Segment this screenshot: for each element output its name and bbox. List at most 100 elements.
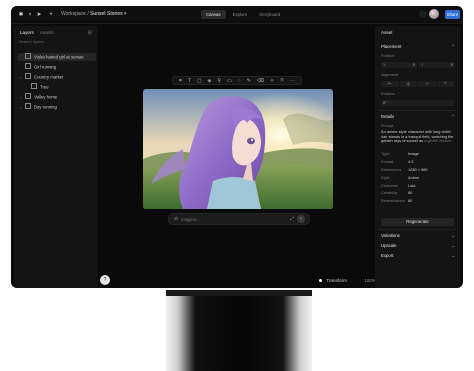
divider	[379, 229, 456, 230]
logo-icon[interactable]: ✱	[17, 10, 25, 19]
comment-icon[interactable]: ◌	[238, 78, 241, 84]
image-icon	[31, 83, 37, 89]
canvas-toolbar: ⌗ T ▢ ◈ ⚲ ▭ ◌ ✎ ⌫ ✧ ⤧ ⋯	[172, 76, 302, 85]
property-row: Character Lola	[381, 182, 455, 190]
eraser-icon[interactable]: ⌫	[257, 78, 264, 84]
property-value: Anime	[408, 174, 420, 180]
layer-label: Tree	[40, 84, 49, 90]
prompt-bar: ⊘ Imagine... ⤢ ↑	[168, 213, 310, 225]
section-title: Details	[381, 114, 395, 119]
regenerate-button[interactable]: Regenerate	[381, 218, 454, 226]
square-icon[interactable]: ▢	[197, 78, 202, 84]
layer-item[interactable]: Tree	[18, 83, 102, 91]
property-row: Creativity 80	[381, 189, 455, 197]
chevron-up-icon[interactable]: ⌃	[451, 44, 455, 50]
expand-icon[interactable]: ⤢	[290, 216, 294, 222]
tab-layers[interactable]: Layers	[20, 30, 34, 35]
bottom-status: Transform 100% ▾	[319, 278, 382, 284]
section-upscale[interactable]: Upscale ⌄	[381, 243, 455, 248]
property-value: 1280 × 960	[408, 166, 428, 172]
asset-panel: Asset Placement ⌃ Position X0 Y0 Alignme…	[375, 26, 460, 288]
canvas-image[interactable]	[143, 89, 333, 209]
position-y-field[interactable]: Y0	[419, 62, 455, 68]
transform-button[interactable]: Transform	[326, 278, 347, 283]
paint-icon[interactable]: ◈	[208, 78, 212, 84]
alignment-label: Alignment	[381, 73, 398, 77]
layer-search-input[interactable]: Search layers	[19, 39, 93, 45]
align-center-icon[interactable]: ╪	[399, 81, 417, 87]
section-title: Variations	[381, 233, 400, 238]
avatar[interactable]	[429, 9, 439, 19]
prompt-input[interactable]: Imagine...	[181, 217, 200, 222]
layer-label: Boy running	[34, 104, 57, 110]
layer-item[interactable]: Girl running	[18, 63, 96, 71]
property-key: Resemblance	[381, 198, 405, 204]
tab-assets[interactable]: Assets	[40, 30, 54, 35]
section-details[interactable]: Details ⌃	[381, 114, 455, 119]
properties-list: Type Image Format 4:3 Dimensions 1280 × 960 St…	[381, 150, 455, 205]
monitor-stand	[166, 290, 312, 371]
transform-icon	[319, 278, 322, 282]
property-row: Type Image	[381, 150, 455, 158]
brush-icon[interactable]: ✎	[247, 78, 251, 84]
top-bar: ✱ ▾ ➤ + Workspace / Sunset Stories ▾ Can…	[11, 6, 463, 24]
layer-item[interactable]: › Boy running	[18, 103, 96, 111]
breadcrumb-workspace[interactable]: Workspace	[61, 11, 86, 17]
position-x-field[interactable]: X0	[381, 62, 417, 68]
view-switcher: Canvas Explore Storyboard	[201, 10, 285, 19]
rotation-field[interactable]: 0°	[381, 100, 454, 106]
notification-icon[interactable]	[419, 10, 427, 18]
property-key: Type	[381, 151, 390, 156]
property-key: Dimensions	[381, 166, 402, 172]
align-right-icon[interactable]: ⊣	[418, 81, 436, 87]
chevron-down-icon[interactable]: ▾	[124, 11, 127, 17]
more-icon[interactable]: ⋯	[290, 78, 295, 84]
folder-icon	[25, 103, 31, 109]
chevron-down-icon[interactable]: ⌄	[451, 233, 455, 239]
rotation-label: Rotation	[381, 92, 396, 96]
align-left-icon[interactable]: ⊢	[381, 81, 399, 87]
section-variations[interactable]: Variations ⌄	[381, 233, 455, 238]
section-export[interactable]: Export ⌄	[381, 253, 455, 258]
layer-item[interactable]: › Country market	[18, 73, 96, 81]
chevron-down-icon[interactable]: ▾	[27, 10, 33, 19]
add-icon[interactable]: +	[47, 10, 55, 19]
section-placement[interactable]: Placement ⌃	[381, 44, 455, 49]
chevron-down-icon[interactable]: ⌄	[451, 243, 455, 249]
tab-explore[interactable]: Explore	[228, 10, 253, 19]
expand-icon[interactable]: ⤧	[280, 78, 284, 84]
tab-canvas[interactable]: Canvas	[201, 10, 226, 19]
star-icon[interactable]: ✧	[270, 78, 274, 84]
property-value: 80	[408, 190, 413, 196]
property-row: Resemblance 80	[381, 197, 455, 205]
chevron-down-icon[interactable]: ⌄	[451, 253, 455, 259]
property-value: Lola	[408, 182, 416, 188]
panel-tabs: Layers Assets	[20, 30, 59, 35]
chevron-up-icon[interactable]: ⌃	[451, 114, 455, 120]
layer-item[interactable]: › Valley home	[18, 93, 96, 101]
property-value: Image	[408, 151, 419, 156]
share-button[interactable]: Share	[445, 10, 460, 19]
layer-label: Country market	[34, 74, 64, 80]
frame-icon[interactable]: ▭	[227, 78, 232, 84]
property-row: Format 4:3	[381, 158, 455, 166]
breadcrumb-project[interactable]: Sunset Stories	[90, 11, 123, 17]
crop-icon[interactable]: ⌗	[179, 78, 182, 84]
property-key: Creativity	[381, 190, 398, 196]
layer-item[interactable]: Violet-haired girl at sunset	[18, 53, 96, 61]
help-button[interactable]: ?	[100, 275, 110, 285]
align-top-icon[interactable]: ⊤	[436, 81, 454, 87]
divider	[379, 110, 456, 111]
tab-storyboard[interactable]: Storyboard	[254, 10, 285, 19]
cursor-icon[interactable]: ➤	[35, 10, 43, 19]
collapse-panel-icon[interactable]: ⊟	[88, 30, 92, 36]
wand-icon[interactable]: ⚲	[217, 78, 221, 84]
property-row: Style Anime	[381, 174, 455, 182]
layer-label: Violet-haired girl at sunset	[34, 54, 84, 60]
send-button[interactable]: ↑	[297, 215, 305, 223]
folder-icon	[25, 73, 31, 79]
layers-panel: Layers Assets ⊟ Search layers Violet-hai…	[14, 26, 98, 288]
alignment-controls: ⊢ ╪ ⊣ ⊤	[381, 81, 454, 87]
text-icon[interactable]: T	[188, 78, 191, 84]
attach-icon[interactable]: ⊘	[174, 216, 178, 222]
